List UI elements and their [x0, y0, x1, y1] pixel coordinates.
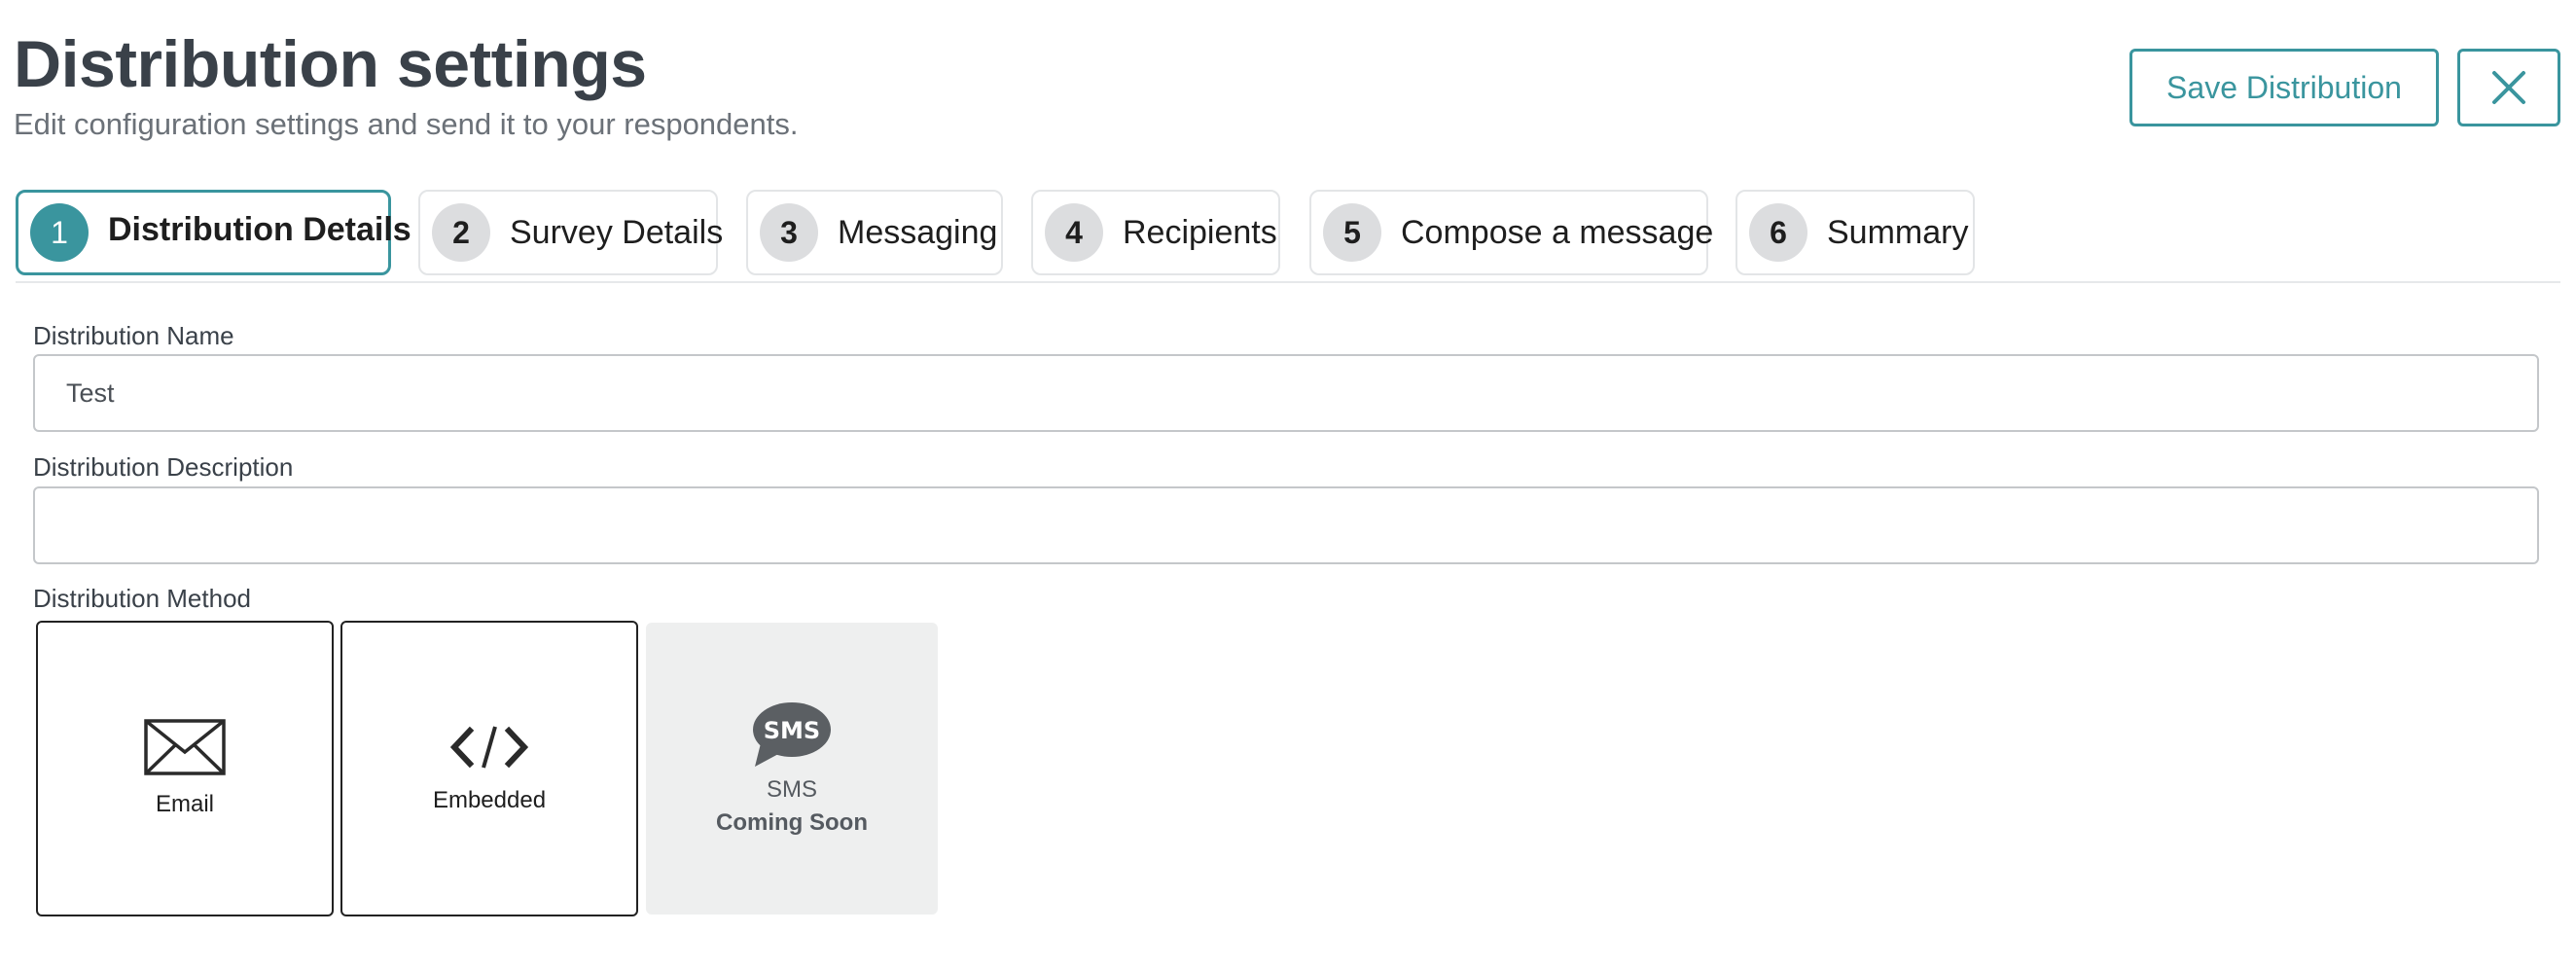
sms-bubble-icon: SMS	[753, 702, 831, 767]
method-tile-embedded[interactable]: Embedded	[340, 621, 638, 916]
distribution-description-label: Distribution Description	[33, 452, 294, 482]
distribution-name-input[interactable]	[33, 354, 2539, 432]
step-number: 4	[1045, 203, 1103, 262]
sms-icon-text: SMS	[764, 717, 820, 744]
step-label: Survey Details	[510, 213, 724, 251]
tab-survey-details[interactable]: 2 Survey Details	[418, 190, 723, 275]
page-title: Distribution settings	[14, 27, 647, 101]
tab-summary[interactable]: 6 Summary	[1735, 190, 1975, 275]
step-label: Distribution Details	[108, 210, 411, 248]
method-tile-sms: SMS SMS Coming Soon	[646, 623, 938, 915]
step-label: Recipients	[1123, 213, 1277, 251]
save-distribution-button[interactable]: Save Distribution	[2129, 49, 2439, 126]
step-number: 3	[760, 203, 818, 262]
method-label: SMS	[766, 776, 817, 803]
method-tile-email[interactable]: Email	[36, 621, 334, 916]
page-subtitle: Edit configuration settings and send it …	[14, 107, 799, 141]
step-tabs: 1 Distribution Details 2 Survey Details …	[16, 190, 2560, 279]
step-label: Summary	[1827, 213, 1969, 251]
distribution-method-label: Distribution Method	[33, 584, 251, 613]
coming-soon-label: Coming Soon	[716, 809, 868, 836]
distribution-description-input[interactable]	[33, 486, 2539, 564]
tabs-divider	[16, 281, 2560, 283]
step-label: Compose a message	[1401, 213, 1714, 251]
tab-recipients[interactable]: 4 Recipients	[1031, 190, 1280, 275]
step-number: 1	[30, 203, 89, 262]
tab-distribution-details[interactable]: 1 Distribution Details	[16, 190, 411, 275]
method-label: Embedded	[432, 787, 547, 813]
step-number: 2	[432, 203, 490, 262]
distribution-name-label: Distribution Name	[33, 321, 234, 350]
tab-messaging[interactable]: 3 Messaging	[746, 190, 1003, 275]
distribution-settings-page: Distribution settings Edit configuration…	[0, 0, 2576, 969]
method-label: Email	[155, 791, 214, 817]
close-button[interactable]	[2457, 49, 2560, 126]
step-number: 6	[1749, 203, 1807, 262]
tab-compose-message[interactable]: 5 Compose a message	[1309, 190, 1713, 275]
close-icon	[2492, 71, 2525, 104]
envelope-icon	[144, 719, 226, 775]
step-label: Messaging	[838, 213, 998, 251]
step-number: 5	[1323, 203, 1381, 262]
code-icon	[450, 726, 528, 769]
